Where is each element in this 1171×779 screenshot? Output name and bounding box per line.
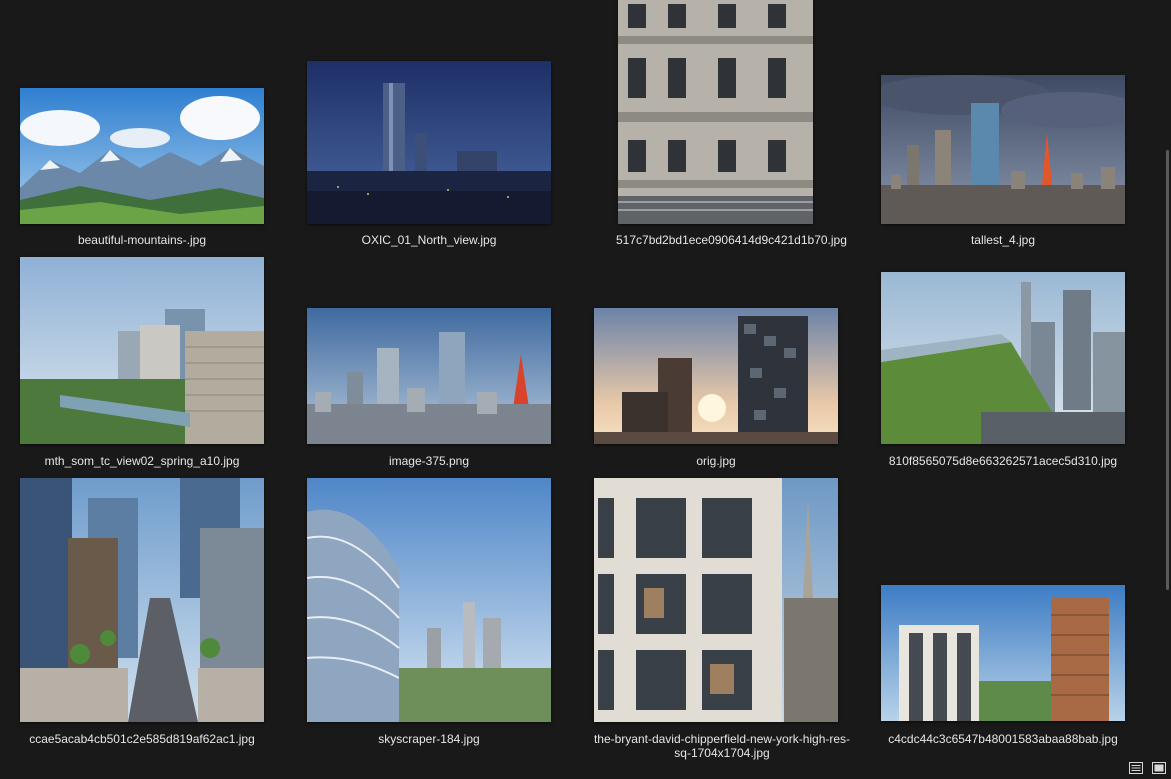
file-name-label: OXIC_01_North_view.jpg (361, 233, 497, 247)
file-name-label: ccae5acab4cb501c2e585d819af62ac1.jpg (29, 732, 255, 746)
file-item[interactable]: c4cdc44c3c6547b48001583abaa88bab.jpg (879, 583, 1127, 746)
file-item[interactable]: mth_som_tc_view02_spring_a10.jpg (18, 255, 266, 471)
thumbnail-riverside-towers-image (20, 257, 264, 444)
file-name-label: mth_som_tc_view02_spring_a10.jpg (44, 454, 240, 468)
file-item[interactable]: orig.jpg (592, 306, 840, 471)
file-name-label: c4cdc44c3c6547b48001583abaa88bab.jpg (888, 732, 1118, 746)
thumbnail-glass-skyscraper-image (307, 478, 551, 722)
thumbnail-street-towers-image (20, 478, 264, 722)
large-icons-view-button[interactable] (1151, 760, 1167, 776)
large-icons-view-icon (1151, 760, 1167, 776)
file-name-label: tallest_4.jpg (970, 233, 1036, 247)
file-item[interactable]: 517c7bd2bd1ece0906414d9c421d1b70.jpg (616, 0, 847, 250)
thumbnail-park-skyline-aerial-image (881, 272, 1125, 444)
thumbnail-apartment-empire-state-image (594, 478, 838, 722)
thumbnail-tokyo-skyline-image (881, 75, 1125, 224)
file-name-label: 517c7bd2bd1ece0906414d9c421d1b70.jpg (616, 233, 847, 247)
file-name-label: 810f8565075d8e663262571acec5d310.jpg (888, 454, 1118, 468)
file-item[interactable]: ccae5acab4cb501c2e585d819af62ac1.jpg (18, 476, 266, 746)
file-item[interactable]: tallest_4.jpg (879, 73, 1127, 250)
file-name-label: the-bryant-david-chipperfield-new-york-h… (593, 732, 851, 760)
details-view-button[interactable] (1128, 760, 1144, 776)
thumbnail-mountain-landscape-image (20, 88, 264, 224)
details-view-icon (1128, 760, 1144, 776)
file-item[interactable]: 810f8565075d8e663262571acec5d310.jpg (879, 270, 1127, 471)
file-item[interactable]: beautiful-mountains-.jpg (18, 86, 266, 250)
file-name-label: image-375.png (388, 454, 470, 468)
file-name-label: orig.jpg (696, 454, 736, 468)
thumbnail-building-facade-image (618, 0, 813, 224)
file-name-label: beautiful-mountains-.jpg (77, 233, 207, 247)
thumbnail-residential-towers-image (881, 585, 1125, 721)
file-item[interactable]: OXIC_01_North_view.jpg (305, 59, 553, 250)
file-explorer-content-pane[interactable]: beautiful-mountains-.jpg OXIC_01_North_v… (0, 0, 1171, 779)
file-item[interactable]: the-bryant-david-chipperfield-new-york-h… (592, 476, 854, 762)
thumbnail-tokyo-aerial-image (307, 308, 551, 444)
thumbnail-city-night-tower-image (307, 61, 551, 224)
thumbnail-twin-towers-sunset-image (594, 308, 838, 444)
file-name-label: skyscraper-184.jpg (378, 732, 480, 746)
file-item[interactable]: image-375.png (305, 306, 553, 471)
file-item[interactable]: skyscraper-184.jpg (305, 476, 553, 746)
vertical-scrollbar[interactable] (1166, 150, 1169, 590)
